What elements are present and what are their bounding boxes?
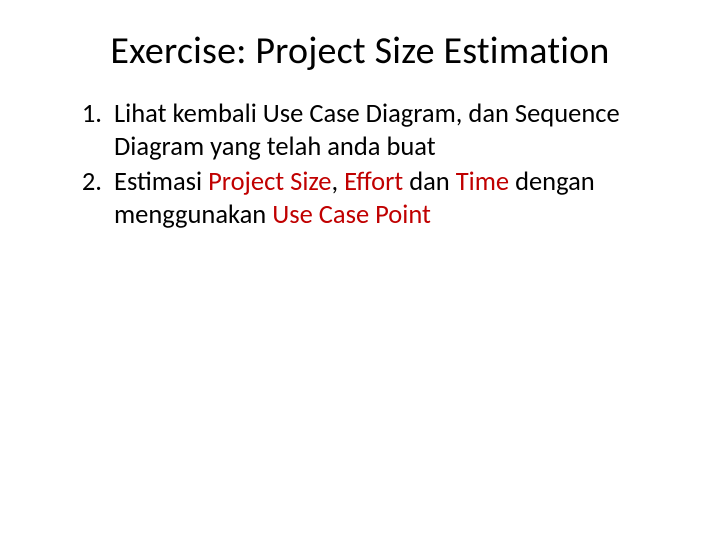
list-item: Estimasi Project Size, Effort dan Time d… [108,166,682,232]
item-text: Estimasi [114,166,208,198]
highlight-text: Effort [344,166,409,198]
highlight-text: Time [456,166,515,198]
exercise-list: Lihat kembali Use Case Diagram, dan Sequ… [38,98,682,233]
highlight-text: Use Case Point [272,199,431,231]
list-item: Lihat kembali Use Case Diagram, dan Sequ… [108,98,682,164]
item-text: Lihat kembali Use Case Diagram, dan Sequ… [114,98,620,163]
item-text: dan [409,166,456,198]
slide-title: Exercise: Project Size Estimation [38,28,682,74]
item-text: , [331,166,344,198]
highlight-text: Project Size [208,166,331,198]
